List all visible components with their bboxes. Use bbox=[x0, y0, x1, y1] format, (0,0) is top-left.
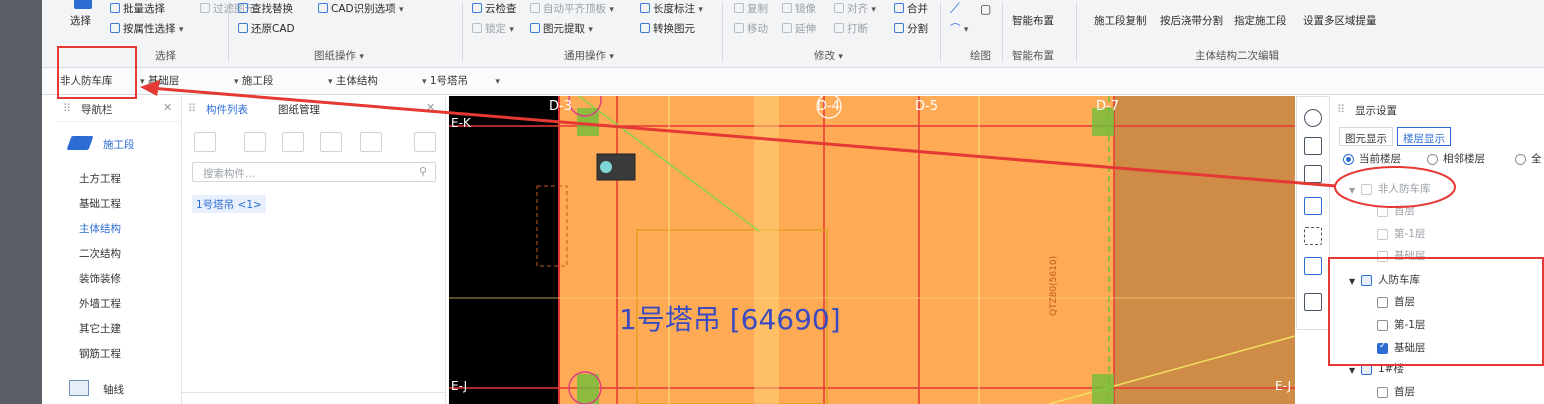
highlight-ellipse-non-civil-defense bbox=[1334, 166, 1456, 208]
annotation-arrow-line bbox=[149, 86, 1337, 188]
annotation-overlay bbox=[140, 80, 1456, 208]
annotation-arrow-head bbox=[140, 80, 160, 96]
